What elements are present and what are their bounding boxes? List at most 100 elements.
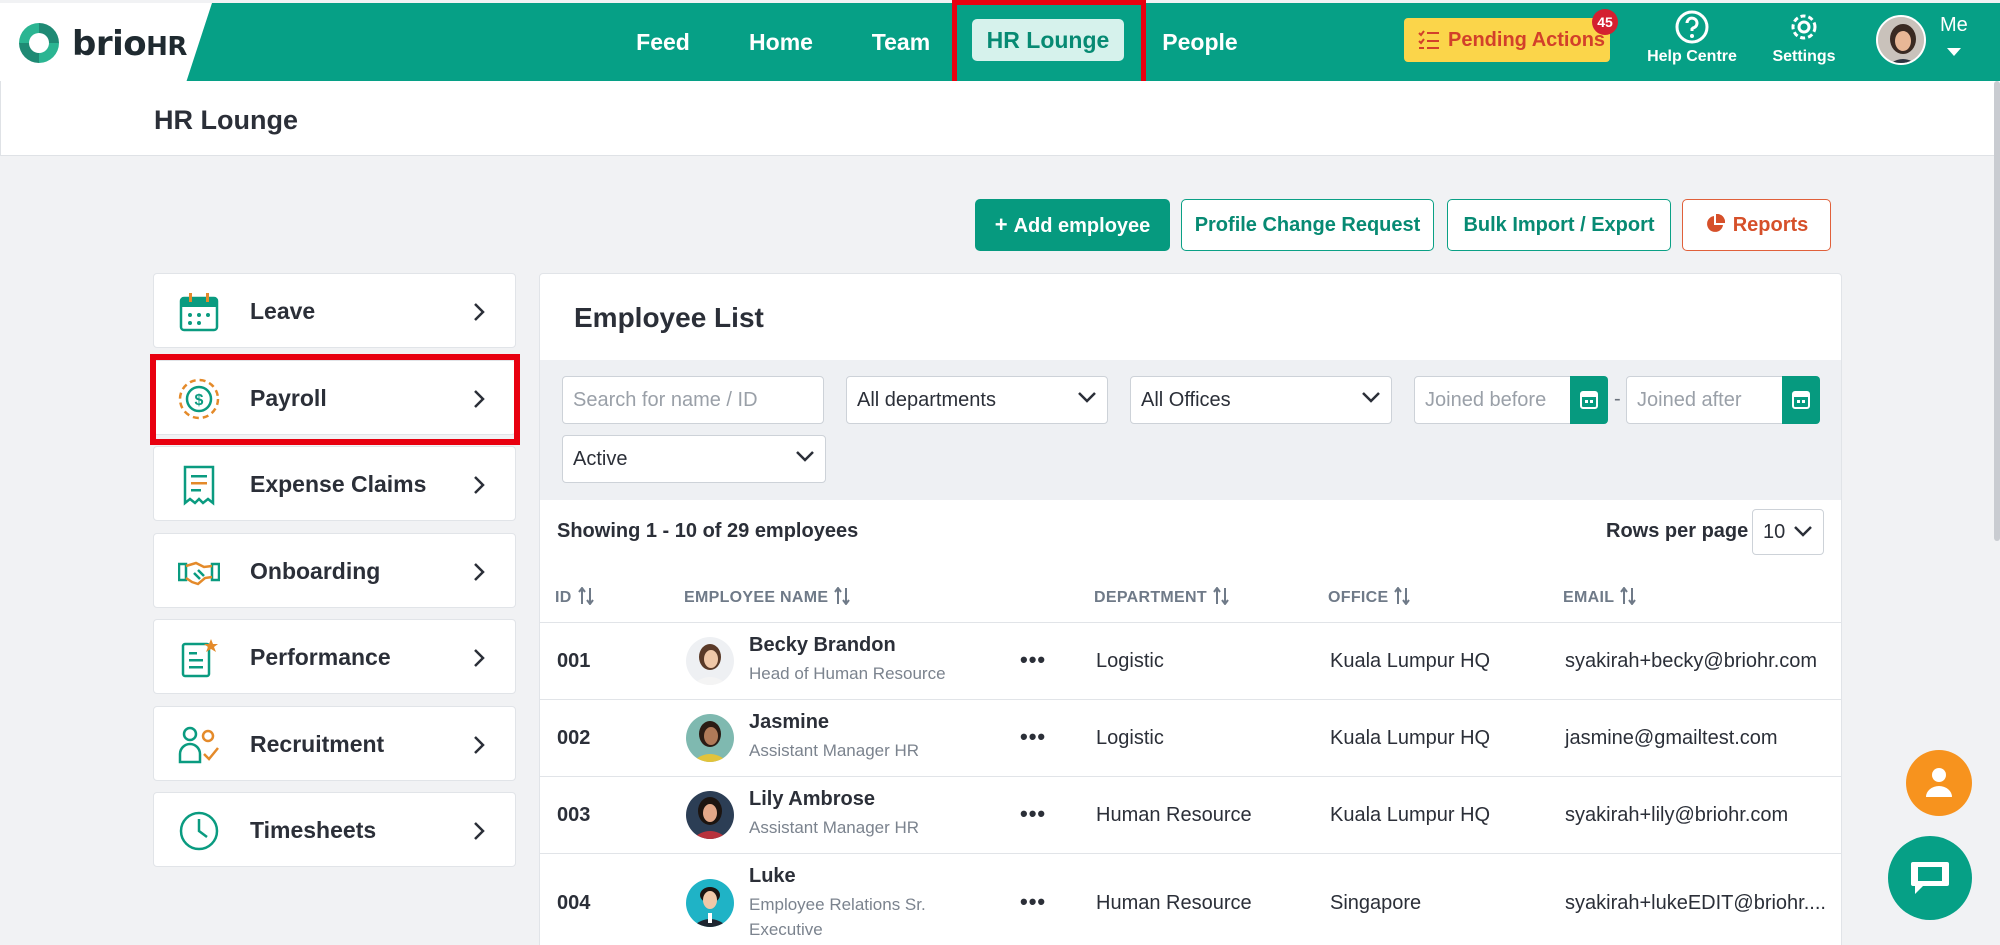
table-row[interactable]: 001 Becky Brandon Head of Human Resource… — [540, 622, 1841, 699]
employee-office: Kuala Lumpur HQ — [1330, 727, 1491, 749]
employee-avatar — [686, 714, 734, 762]
page-scrollbar[interactable] — [1994, 81, 2000, 541]
column-header-id[interactable]: ID — [555, 587, 594, 607]
employee-email: syakirah+becky@briohr.com — [1565, 650, 1818, 672]
nav-hr-lounge[interactable]: HR Lounge — [972, 19, 1124, 61]
employee-avatar — [686, 637, 734, 685]
sidebar-item-label: Recruitment — [250, 731, 385, 757]
joined-after-input[interactable]: Joined after — [1626, 376, 1784, 424]
search-input[interactable]: Search for name / ID — [562, 376, 824, 424]
employee-email: syakirah+lukeEDIT@briohr.... — [1565, 892, 1826, 914]
sidebar-item-timesheets[interactable]: Timesheets — [153, 792, 516, 867]
chevron-down-icon — [1794, 526, 1812, 537]
chevron-right-icon — [474, 303, 485, 321]
status-select[interactable]: Active — [562, 435, 826, 483]
column-header-employee-name[interactable]: EMPLOYEE NAME — [684, 587, 851, 607]
gear-icon — [1791, 14, 1817, 40]
plus-icon: + — [994, 212, 1008, 237]
bulk-import-export-button[interactable]: Bulk Import / Export — [1447, 199, 1671, 251]
sort-icon — [1620, 587, 1637, 605]
chevron-right-icon — [474, 476, 485, 494]
people-check-icon — [178, 726, 219, 764]
sidebar-item-performance[interactable]: Performance — [153, 619, 516, 694]
employee-office: Singapore — [1330, 892, 1422, 914]
chevron-down-icon[interactable] — [1947, 48, 1961, 56]
row-more-options-button[interactable]: ••• — [1020, 889, 1046, 915]
rows-per-page-select[interactable]: 10 — [1752, 509, 1824, 555]
clipboard-star-icon — [181, 639, 218, 678]
question-circle-icon — [1675, 10, 1709, 44]
employee-avatar — [686, 791, 734, 839]
employee-title: Assistant Manager HR — [749, 818, 920, 837]
profile-change-request-button[interactable]: Profile Change Request — [1181, 199, 1434, 251]
row-more-options-button[interactable]: ••• — [1020, 801, 1046, 827]
sidebar-item-recruitment[interactable]: Recruitment — [153, 706, 516, 781]
help-centre-label: Help Centre — [1647, 48, 1737, 65]
row-more-options-button[interactable]: ••• — [1020, 724, 1046, 750]
calendar-icon — [1580, 391, 1598, 409]
sort-icon — [1213, 587, 1229, 605]
help-centre-button[interactable]: Help Centre — [1640, 10, 1744, 66]
sidebar-item-label: Onboarding — [250, 558, 381, 584]
brio-logo-icon — [19, 23, 59, 63]
joined-before-calendar-button[interactable] — [1570, 376, 1608, 424]
employee-name[interactable]: Lily Ambrose — [749, 788, 875, 811]
sidebar-item-onboarding[interactable]: Onboarding — [153, 533, 516, 608]
page-header: HR Lounge — [0, 81, 2000, 156]
checklist-icon — [1418, 30, 1439, 49]
nav-feed[interactable]: Feed — [628, 3, 698, 81]
reports-button[interactable]: Reports — [1682, 199, 1831, 251]
table-row[interactable]: 003 Lily Ambrose Assistant Manager HR ••… — [540, 776, 1841, 853]
office-select[interactable]: All Offices — [1130, 376, 1392, 424]
employee-id: 002 — [557, 727, 591, 749]
nav-people[interactable]: People — [1160, 3, 1240, 81]
sidebar-item-expense-claims[interactable]: Expense Claims — [153, 446, 516, 521]
employee-office: Kuala Lumpur HQ — [1330, 804, 1491, 826]
chevron-right-icon — [474, 649, 485, 667]
sidebar-item-label: Leave — [250, 298, 316, 324]
me-label[interactable]: Me — [1940, 14, 1968, 37]
column-header-email[interactable]: EMAIL — [1563, 587, 1637, 607]
sort-icon — [1394, 587, 1411, 605]
employee-department: Logistic — [1096, 650, 1164, 672]
user-avatar[interactable] — [1876, 15, 1926, 65]
employee-department: Human Resource — [1096, 892, 1252, 914]
table-row[interactable]: 004 Luke Employee Relations Sr. Executiv… — [540, 853, 1841, 945]
date-range-separator: - — [1614, 388, 1621, 410]
sidebar-item-label: Expense Claims — [250, 471, 427, 497]
table-row[interactable]: 002 Jasmine Assistant Manager HR ••• Log… — [540, 699, 1841, 776]
showing-count: Showing 1 - 10 of 29 employees — [557, 520, 859, 542]
handshake-icon — [178, 561, 220, 586]
column-header-office[interactable]: OFFICE — [1328, 587, 1411, 607]
logo[interactable]: brioHR — [0, 3, 212, 81]
employee-name[interactable]: Becky Brandon — [749, 634, 896, 657]
employee-name[interactable]: Jasmine — [749, 711, 829, 734]
sort-icon — [577, 587, 594, 605]
nav-home[interactable]: Home — [742, 3, 820, 81]
chat-button[interactable] — [1888, 836, 1972, 920]
employee-name[interactable]: Luke — [749, 865, 796, 888]
row-more-options-button[interactable]: ••• — [1020, 647, 1046, 673]
column-header-department[interactable]: DEPARTMENT — [1094, 587, 1229, 607]
chevron-down-icon — [796, 451, 814, 462]
chevron-right-icon — [474, 736, 485, 754]
employee-department: Logistic — [1096, 727, 1164, 749]
nav-team[interactable]: Team — [866, 3, 936, 81]
pending-actions-button[interactable]: Pending Actions — [1404, 18, 1610, 62]
user-support-button[interactable] — [1906, 750, 1972, 816]
employee-title: Assistant Manager HR — [749, 741, 920, 760]
department-select[interactable]: All departments — [846, 376, 1108, 424]
clock-icon — [179, 811, 219, 851]
employee-title: Employee Relations Sr. Executive — [749, 895, 926, 939]
employee-list-panel: Employee List Search for name / ID All d… — [539, 273, 1842, 945]
add-employee-button[interactable]: + Add employee — [975, 199, 1170, 251]
joined-after-calendar-button[interactable] — [1782, 376, 1820, 424]
sidebar-item-leave[interactable]: Leave — [153, 273, 516, 348]
settings-label: Settings — [1772, 48, 1836, 65]
chevron-down-icon — [1362, 392, 1380, 403]
settings-button[interactable]: Settings — [1762, 10, 1846, 66]
employee-avatar — [686, 879, 734, 927]
sidebar-item-label: Performance — [250, 644, 391, 670]
pending-actions-label: Pending Actions — [1448, 29, 1606, 51]
joined-before-input[interactable]: Joined before — [1414, 376, 1572, 424]
